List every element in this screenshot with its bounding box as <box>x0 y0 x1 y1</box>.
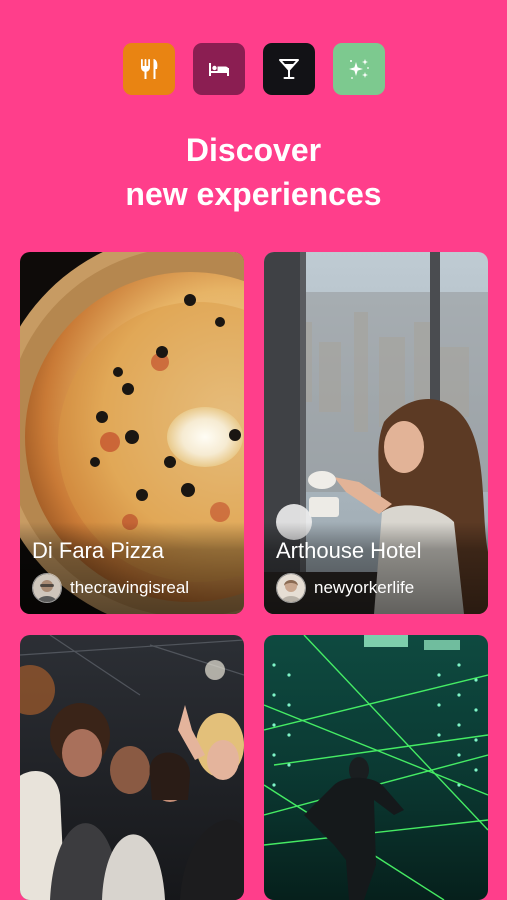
card-title: Di Fara Pizza <box>32 538 165 563</box>
category-experiences-button[interactable] <box>332 43 385 95</box>
sparkles-icon <box>348 59 369 79</box>
bed-icon <box>208 63 229 76</box>
cocktail-icon <box>278 59 299 79</box>
experience-card[interactable] <box>264 635 488 900</box>
experience-card[interactable] <box>20 635 244 900</box>
card-username: thecravingisreal <box>70 578 190 597</box>
card-username: newyorkerlife <box>314 578 415 597</box>
category-restaurants-button[interactable] <box>122 43 175 95</box>
headline-line-2: new experiences <box>125 176 382 212</box>
avatar <box>276 573 306 603</box>
card-user[interactable]: newyorkerlife <box>276 573 414 603</box>
category-bar <box>0 43 507 95</box>
party-crowd-photo <box>20 635 244 900</box>
experience-card[interactable]: Arthouse Hotel newyorkerlife <box>264 252 488 614</box>
experience-card[interactable]: Di Fara Pizza thecravingisreal <box>20 252 244 614</box>
category-hotels-button[interactable] <box>192 43 245 95</box>
headline-line-1: Discover <box>185 132 322 168</box>
card-user[interactable]: thecravingisreal <box>32 573 189 603</box>
fork-knife-icon <box>140 59 157 79</box>
avatar <box>32 573 62 603</box>
laser-maze-photo <box>264 635 488 900</box>
category-nightlife-button[interactable] <box>262 43 315 95</box>
card-title: Arthouse Hotel <box>276 538 422 563</box>
headline: Discover new experiences <box>0 128 507 216</box>
